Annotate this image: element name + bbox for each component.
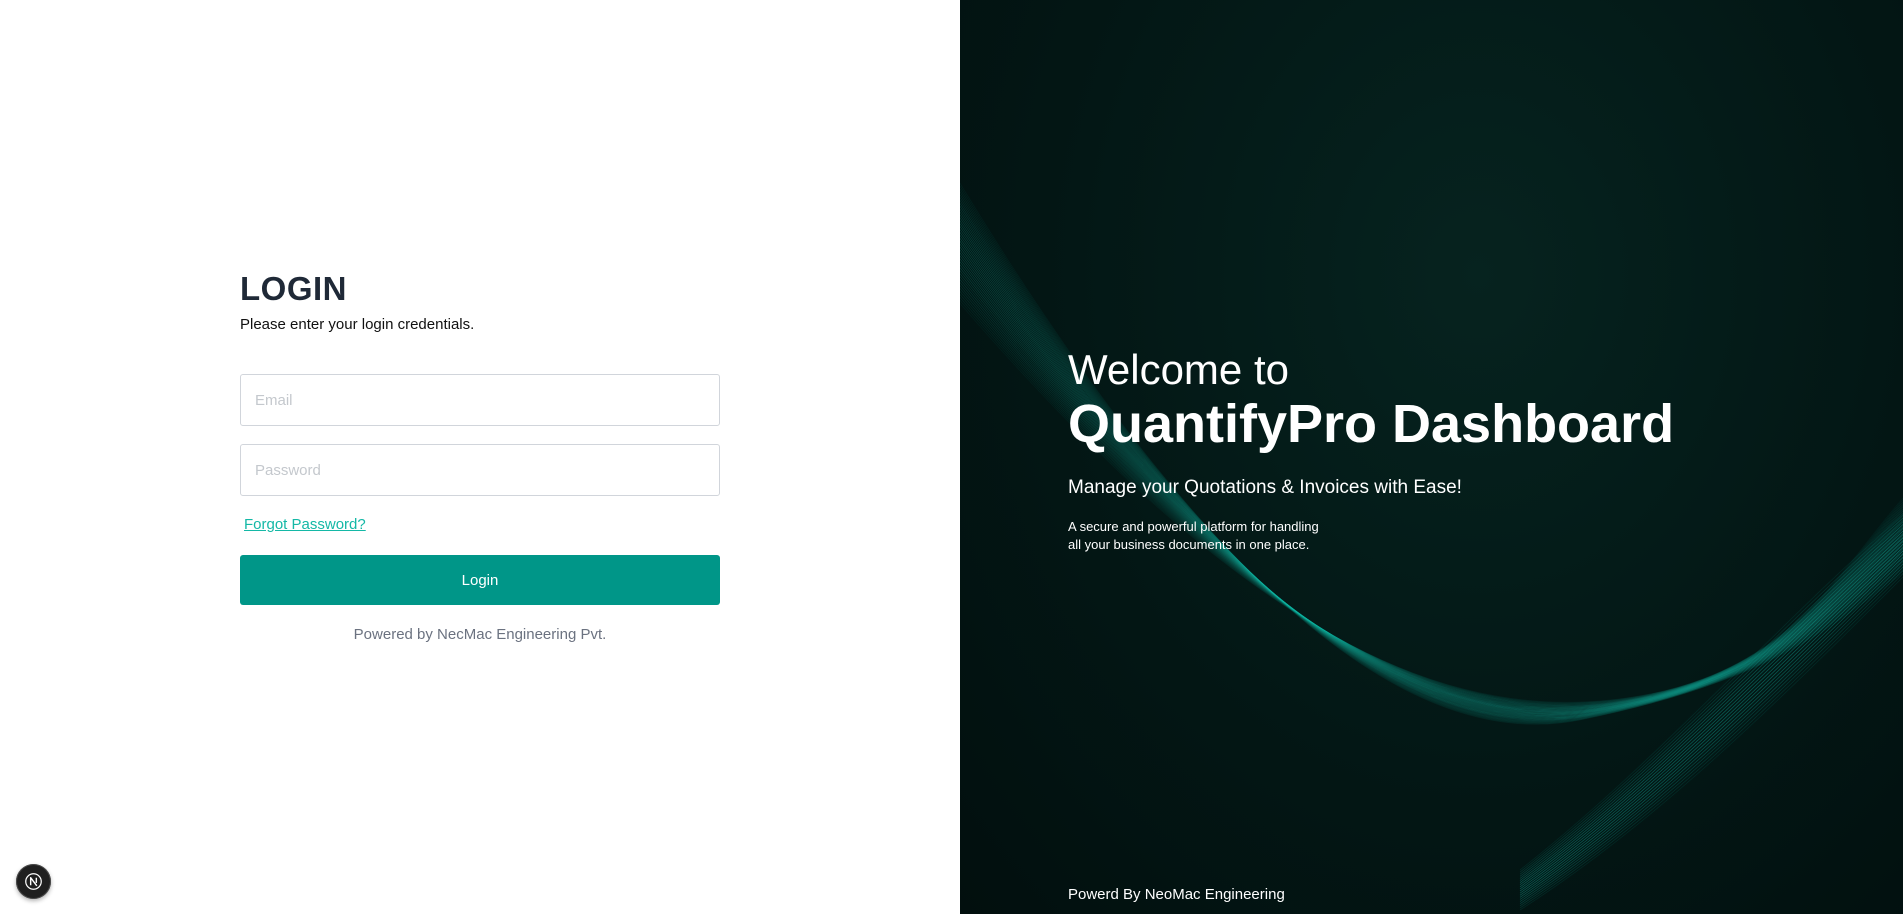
footer-powered-by: Powerd By NeoMac Engineering bbox=[1068, 886, 1285, 903]
description: A secure and powerful platform for handl… bbox=[1068, 519, 1319, 552]
login-panel: LOGIN Please enter your login credential… bbox=[0, 0, 960, 914]
product-name: QuantifyPro Dashboard bbox=[1068, 394, 1675, 454]
nextjs-logo-glyph bbox=[25, 873, 42, 890]
tagline: Manage your Quotations & Invoices with E… bbox=[1068, 477, 1462, 498]
wave-line bbox=[1519, 514, 1903, 871]
forgot-password-link[interactable]: Forgot Password? bbox=[244, 516, 366, 533]
wave-line bbox=[1519, 520, 1903, 875]
welcome-panel: Welcome to QuantifyPro Dashboard Manage … bbox=[960, 0, 1903, 914]
login-title: LOGIN bbox=[240, 270, 347, 307]
login-form: LOGIN Please enter your login credential… bbox=[240, 270, 720, 643]
wave-line bbox=[1519, 560, 1903, 900]
wave-line bbox=[1519, 517, 1903, 873]
email-field[interactable] bbox=[240, 374, 720, 426]
login-page: LOGIN Please enter your login credential… bbox=[0, 0, 1903, 914]
password-field[interactable] bbox=[240, 444, 720, 496]
login-button[interactable]: Login bbox=[240, 555, 720, 605]
powered-by-text: Powered by NecMac Engineering Pvt. bbox=[353, 626, 607, 643]
welcome-heading: Welcome to bbox=[1068, 346, 1289, 393]
welcome-block: Welcome to QuantifyPro Dashboard Manage … bbox=[1068, 346, 1828, 554]
nextjs-logo-icon[interactable] bbox=[16, 864, 51, 899]
wave-line bbox=[1519, 524, 1903, 877]
login-subtitle: Please enter your login credentials. bbox=[240, 316, 475, 333]
